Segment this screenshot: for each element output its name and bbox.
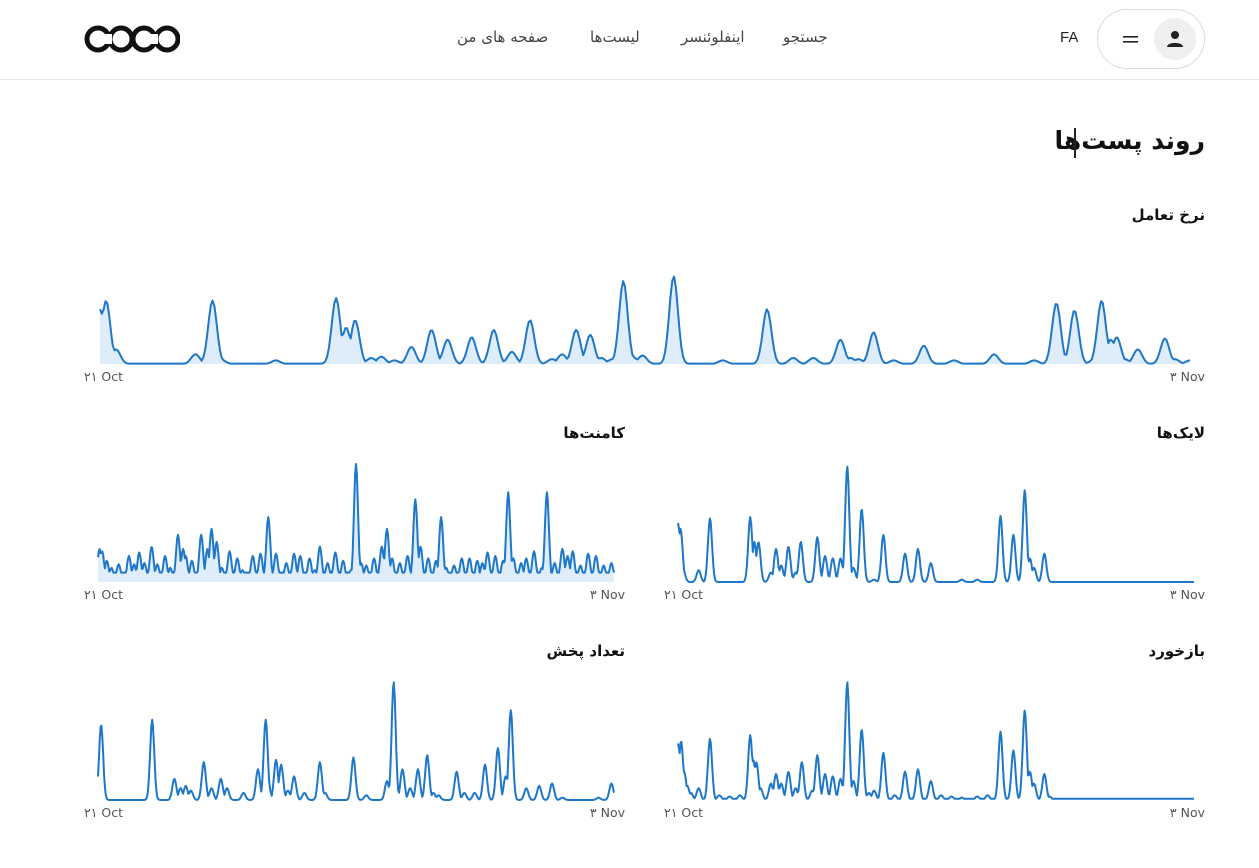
feedback-series-line	[677, 681, 1195, 800]
nav-my-pages[interactable]: صفحه های من	[457, 28, 548, 46]
coco-logo[interactable]	[84, 22, 180, 56]
engagement-chart-title: نرخ تعامل	[1131, 206, 1205, 224]
language-switcher[interactable]: FA	[1060, 29, 1078, 46]
likes-x-start: ۲۱ Oct	[664, 587, 704, 602]
comments-x-start: ۲۱ Oct	[84, 587, 124, 602]
engagement-series-line	[99, 275, 1191, 365]
text-caret	[1074, 128, 1076, 158]
shares-chart-title: تعداد پخش	[546, 642, 625, 660]
comments-chart-title: کامنت‌ها	[563, 424, 625, 442]
top-header: صفحه های من لیست‌ها اینفلوئنسر جستجو FA	[0, 0, 1259, 80]
shares-series-line	[97, 681, 615, 801]
nav-lists[interactable]: لیست‌ها	[590, 28, 640, 46]
comments-x-end: ۳ Nov	[589, 587, 625, 602]
user-icon	[1167, 31, 1183, 47]
shares-x-end: ۳ Nov	[589, 805, 625, 820]
nav-search[interactable]: جستجو	[783, 28, 828, 46]
avatar	[1154, 18, 1196, 60]
feedback-x-end: ۳ Nov	[1169, 805, 1205, 820]
engagement-x-end: ۳ Nov	[1169, 369, 1205, 384]
engagement-chart	[99, 275, 1191, 365]
likes-chart	[677, 465, 1195, 583]
likes-series-line	[677, 465, 1195, 583]
engagement-x-start: ۲۱ Oct	[84, 369, 124, 384]
feedback-chart	[677, 681, 1195, 800]
feedback-x-start: ۲۱ Oct	[664, 805, 704, 820]
likes-chart-title: لایک‌ها	[1156, 424, 1205, 442]
comments-chart	[97, 463, 615, 582]
nav-influencer[interactable]: اینفلوئنسر	[681, 28, 745, 46]
user-menu-button[interactable]	[1097, 9, 1205, 69]
shares-x-start: ۲۱ Oct	[84, 805, 124, 820]
likes-x-end: ۳ Nov	[1169, 587, 1205, 602]
page-title: روند پست‌ها	[1054, 126, 1205, 155]
feedback-chart-title: بازخورد	[1148, 642, 1205, 660]
shares-chart	[97, 681, 615, 801]
hamburger-icon	[1123, 36, 1138, 43]
engagement-area	[100, 276, 1190, 364]
